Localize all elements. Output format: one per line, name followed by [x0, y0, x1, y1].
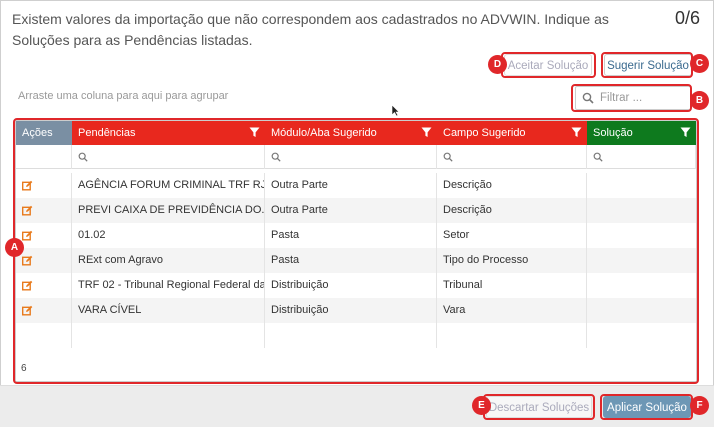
mouse-cursor-icon: [391, 104, 400, 117]
highlight-c: [601, 52, 693, 78]
dialog-message: Existem valores da importação que não co…: [12, 11, 609, 48]
callout-badge-b: B: [690, 91, 709, 110]
highlight-d: [501, 52, 596, 78]
callout-badge-a: A: [5, 238, 24, 257]
callout-badge-d: D: [488, 55, 507, 74]
group-by-hint: Arraste uma coluna para aqui para agrupa…: [18, 90, 229, 102]
callout-badge-e: E: [472, 396, 491, 415]
callout-badge-f: F: [690, 396, 709, 415]
highlight-f: [600, 394, 693, 420]
resolved-counter: 0/6: [674, 8, 700, 28]
highlight-a: [13, 118, 699, 384]
highlight-b: [571, 84, 692, 112]
callout-badge-c: C: [690, 54, 709, 73]
highlight-e: [483, 394, 595, 420]
